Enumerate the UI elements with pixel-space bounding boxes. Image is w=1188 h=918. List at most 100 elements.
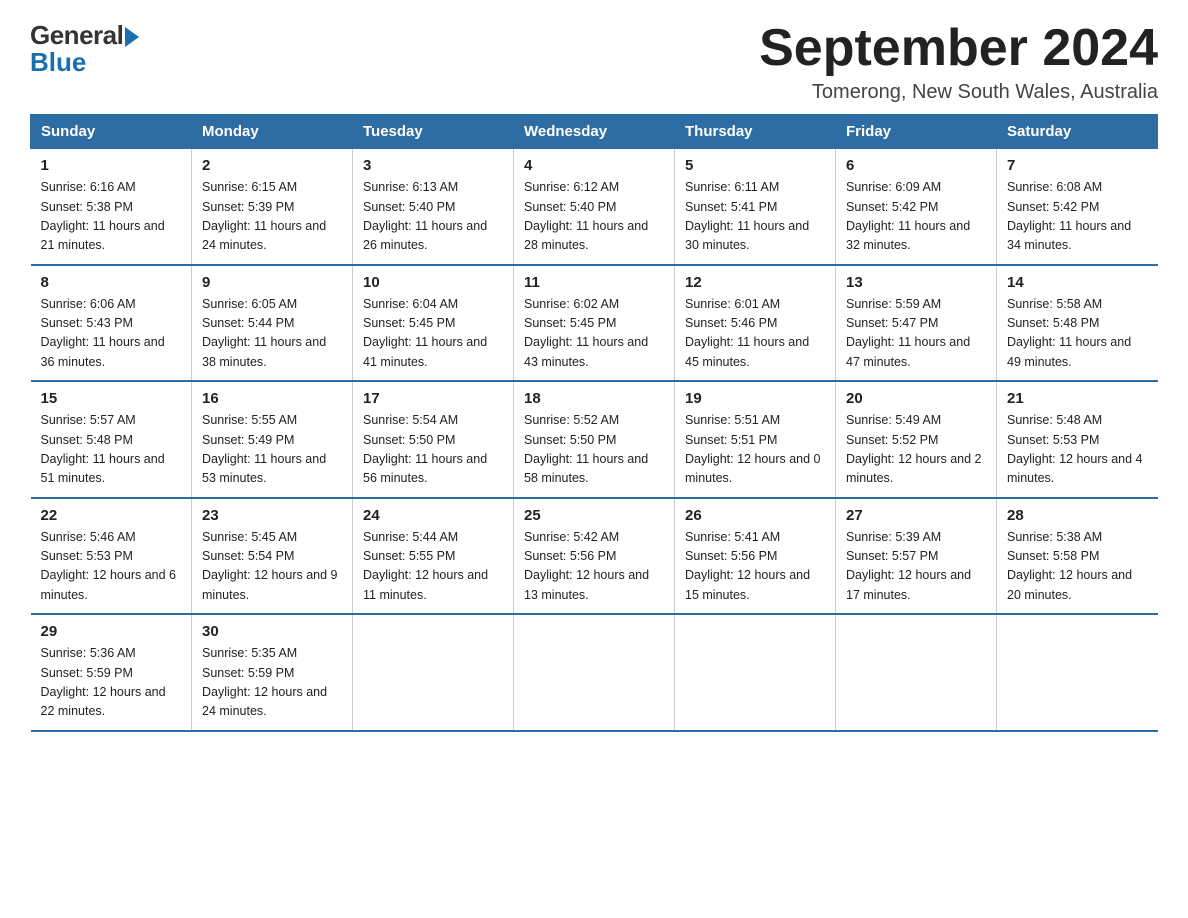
calendar-cell: 26 Sunrise: 5:41 AMSunset: 5:56 PMDaylig… xyxy=(675,498,836,615)
day-info: Sunrise: 6:12 AMSunset: 5:40 PMDaylight:… xyxy=(524,178,664,256)
day-number: 11 xyxy=(524,274,664,291)
day-number: 5 xyxy=(685,157,825,174)
calendar-header-row: SundayMondayTuesdayWednesdayThursdayFrid… xyxy=(31,115,1158,149)
day-number: 22 xyxy=(41,507,182,524)
calendar-cell: 15 Sunrise: 5:57 AMSunset: 5:48 PMDaylig… xyxy=(31,381,192,498)
day-number: 8 xyxy=(41,274,182,291)
day-info: Sunrise: 5:45 AMSunset: 5:54 PMDaylight:… xyxy=(202,528,342,606)
calendar-cell: 27 Sunrise: 5:39 AMSunset: 5:57 PMDaylig… xyxy=(836,498,997,615)
main-title: September 2024 xyxy=(759,20,1158,77)
location-subtitle: Tomerong, New South Wales, Australia xyxy=(759,81,1158,104)
day-info: Sunrise: 6:16 AMSunset: 5:38 PMDaylight:… xyxy=(41,178,182,256)
day-number: 23 xyxy=(202,507,342,524)
calendar-cell xyxy=(997,614,1158,731)
calendar-cell: 14 Sunrise: 5:58 AMSunset: 5:48 PMDaylig… xyxy=(997,265,1158,382)
column-header-thursday: Thursday xyxy=(675,115,836,149)
logo-blue-text: Blue xyxy=(30,47,86,78)
calendar-cell: 11 Sunrise: 6:02 AMSunset: 5:45 PMDaylig… xyxy=(514,265,675,382)
column-header-tuesday: Tuesday xyxy=(353,115,514,149)
day-number: 7 xyxy=(1007,157,1148,174)
logo: General Blue xyxy=(30,20,139,78)
day-number: 6 xyxy=(846,157,986,174)
calendar-cell: 2 Sunrise: 6:15 AMSunset: 5:39 PMDayligh… xyxy=(192,149,353,265)
calendar-cell: 28 Sunrise: 5:38 AMSunset: 5:58 PMDaylig… xyxy=(997,498,1158,615)
page-header: General Blue September 2024 Tomerong, Ne… xyxy=(30,20,1158,104)
day-info: Sunrise: 5:48 AMSunset: 5:53 PMDaylight:… xyxy=(1007,411,1148,489)
day-number: 2 xyxy=(202,157,342,174)
calendar-week-row: 29 Sunrise: 5:36 AMSunset: 5:59 PMDaylig… xyxy=(31,614,1158,731)
day-number: 18 xyxy=(524,390,664,407)
calendar-cell: 10 Sunrise: 6:04 AMSunset: 5:45 PMDaylig… xyxy=(353,265,514,382)
calendar-cell: 17 Sunrise: 5:54 AMSunset: 5:50 PMDaylig… xyxy=(353,381,514,498)
calendar-cell: 24 Sunrise: 5:44 AMSunset: 5:55 PMDaylig… xyxy=(353,498,514,615)
day-info: Sunrise: 5:44 AMSunset: 5:55 PMDaylight:… xyxy=(363,528,503,606)
column-header-monday: Monday xyxy=(192,115,353,149)
day-info: Sunrise: 6:09 AMSunset: 5:42 PMDaylight:… xyxy=(846,178,986,256)
day-info: Sunrise: 5:51 AMSunset: 5:51 PMDaylight:… xyxy=(685,411,825,489)
day-info: Sunrise: 6:06 AMSunset: 5:43 PMDaylight:… xyxy=(41,295,182,373)
day-info: Sunrise: 5:52 AMSunset: 5:50 PMDaylight:… xyxy=(524,411,664,489)
day-info: Sunrise: 6:13 AMSunset: 5:40 PMDaylight:… xyxy=(363,178,503,256)
calendar-cell: 30 Sunrise: 5:35 AMSunset: 5:59 PMDaylig… xyxy=(192,614,353,731)
calendar-cell xyxy=(675,614,836,731)
day-info: Sunrise: 6:15 AMSunset: 5:39 PMDaylight:… xyxy=(202,178,342,256)
calendar-cell: 21 Sunrise: 5:48 AMSunset: 5:53 PMDaylig… xyxy=(997,381,1158,498)
calendar-week-row: 22 Sunrise: 5:46 AMSunset: 5:53 PMDaylig… xyxy=(31,498,1158,615)
calendar-cell: 20 Sunrise: 5:49 AMSunset: 5:52 PMDaylig… xyxy=(836,381,997,498)
calendar-cell xyxy=(514,614,675,731)
day-number: 15 xyxy=(41,390,182,407)
calendar-cell: 19 Sunrise: 5:51 AMSunset: 5:51 PMDaylig… xyxy=(675,381,836,498)
day-info: Sunrise: 5:46 AMSunset: 5:53 PMDaylight:… xyxy=(41,528,182,606)
day-number: 26 xyxy=(685,507,825,524)
calendar-table: SundayMondayTuesdayWednesdayThursdayFrid… xyxy=(30,114,1158,732)
day-number: 21 xyxy=(1007,390,1148,407)
day-info: Sunrise: 6:08 AMSunset: 5:42 PMDaylight:… xyxy=(1007,178,1148,256)
calendar-cell: 13 Sunrise: 5:59 AMSunset: 5:47 PMDaylig… xyxy=(836,265,997,382)
calendar-cell: 29 Sunrise: 5:36 AMSunset: 5:59 PMDaylig… xyxy=(31,614,192,731)
day-info: Sunrise: 6:01 AMSunset: 5:46 PMDaylight:… xyxy=(685,295,825,373)
column-header-friday: Friday xyxy=(836,115,997,149)
day-info: Sunrise: 5:54 AMSunset: 5:50 PMDaylight:… xyxy=(363,411,503,489)
calendar-cell: 4 Sunrise: 6:12 AMSunset: 5:40 PMDayligh… xyxy=(514,149,675,265)
day-info: Sunrise: 5:49 AMSunset: 5:52 PMDaylight:… xyxy=(846,411,986,489)
calendar-week-row: 15 Sunrise: 5:57 AMSunset: 5:48 PMDaylig… xyxy=(31,381,1158,498)
day-number: 28 xyxy=(1007,507,1148,524)
day-number: 27 xyxy=(846,507,986,524)
title-block: September 2024 Tomerong, New South Wales… xyxy=(759,20,1158,104)
day-info: Sunrise: 5:59 AMSunset: 5:47 PMDaylight:… xyxy=(846,295,986,373)
calendar-cell: 16 Sunrise: 5:55 AMSunset: 5:49 PMDaylig… xyxy=(192,381,353,498)
day-number: 30 xyxy=(202,623,342,640)
calendar-cell: 18 Sunrise: 5:52 AMSunset: 5:50 PMDaylig… xyxy=(514,381,675,498)
day-info: Sunrise: 5:39 AMSunset: 5:57 PMDaylight:… xyxy=(846,528,986,606)
calendar-cell: 7 Sunrise: 6:08 AMSunset: 5:42 PMDayligh… xyxy=(997,149,1158,265)
calendar-cell: 12 Sunrise: 6:01 AMSunset: 5:46 PMDaylig… xyxy=(675,265,836,382)
calendar-week-row: 8 Sunrise: 6:06 AMSunset: 5:43 PMDayligh… xyxy=(31,265,1158,382)
day-number: 10 xyxy=(363,274,503,291)
calendar-cell: 25 Sunrise: 5:42 AMSunset: 5:56 PMDaylig… xyxy=(514,498,675,615)
day-number: 4 xyxy=(524,157,664,174)
calendar-cell xyxy=(353,614,514,731)
day-info: Sunrise: 5:58 AMSunset: 5:48 PMDaylight:… xyxy=(1007,295,1148,373)
column-header-sunday: Sunday xyxy=(31,115,192,149)
day-number: 19 xyxy=(685,390,825,407)
column-header-wednesday: Wednesday xyxy=(514,115,675,149)
day-number: 14 xyxy=(1007,274,1148,291)
day-number: 9 xyxy=(202,274,342,291)
day-number: 13 xyxy=(846,274,986,291)
day-number: 12 xyxy=(685,274,825,291)
day-info: Sunrise: 5:35 AMSunset: 5:59 PMDaylight:… xyxy=(202,644,342,722)
calendar-cell: 6 Sunrise: 6:09 AMSunset: 5:42 PMDayligh… xyxy=(836,149,997,265)
day-number: 24 xyxy=(363,507,503,524)
day-number: 3 xyxy=(363,157,503,174)
day-number: 16 xyxy=(202,390,342,407)
calendar-cell: 9 Sunrise: 6:05 AMSunset: 5:44 PMDayligh… xyxy=(192,265,353,382)
day-info: Sunrise: 6:05 AMSunset: 5:44 PMDaylight:… xyxy=(202,295,342,373)
calendar-week-row: 1 Sunrise: 6:16 AMSunset: 5:38 PMDayligh… xyxy=(31,149,1158,265)
day-info: Sunrise: 5:57 AMSunset: 5:48 PMDaylight:… xyxy=(41,411,182,489)
day-info: Sunrise: 6:02 AMSunset: 5:45 PMDaylight:… xyxy=(524,295,664,373)
calendar-cell: 8 Sunrise: 6:06 AMSunset: 5:43 PMDayligh… xyxy=(31,265,192,382)
day-info: Sunrise: 5:42 AMSunset: 5:56 PMDaylight:… xyxy=(524,528,664,606)
day-number: 20 xyxy=(846,390,986,407)
day-info: Sunrise: 6:04 AMSunset: 5:45 PMDaylight:… xyxy=(363,295,503,373)
calendar-cell: 3 Sunrise: 6:13 AMSunset: 5:40 PMDayligh… xyxy=(353,149,514,265)
